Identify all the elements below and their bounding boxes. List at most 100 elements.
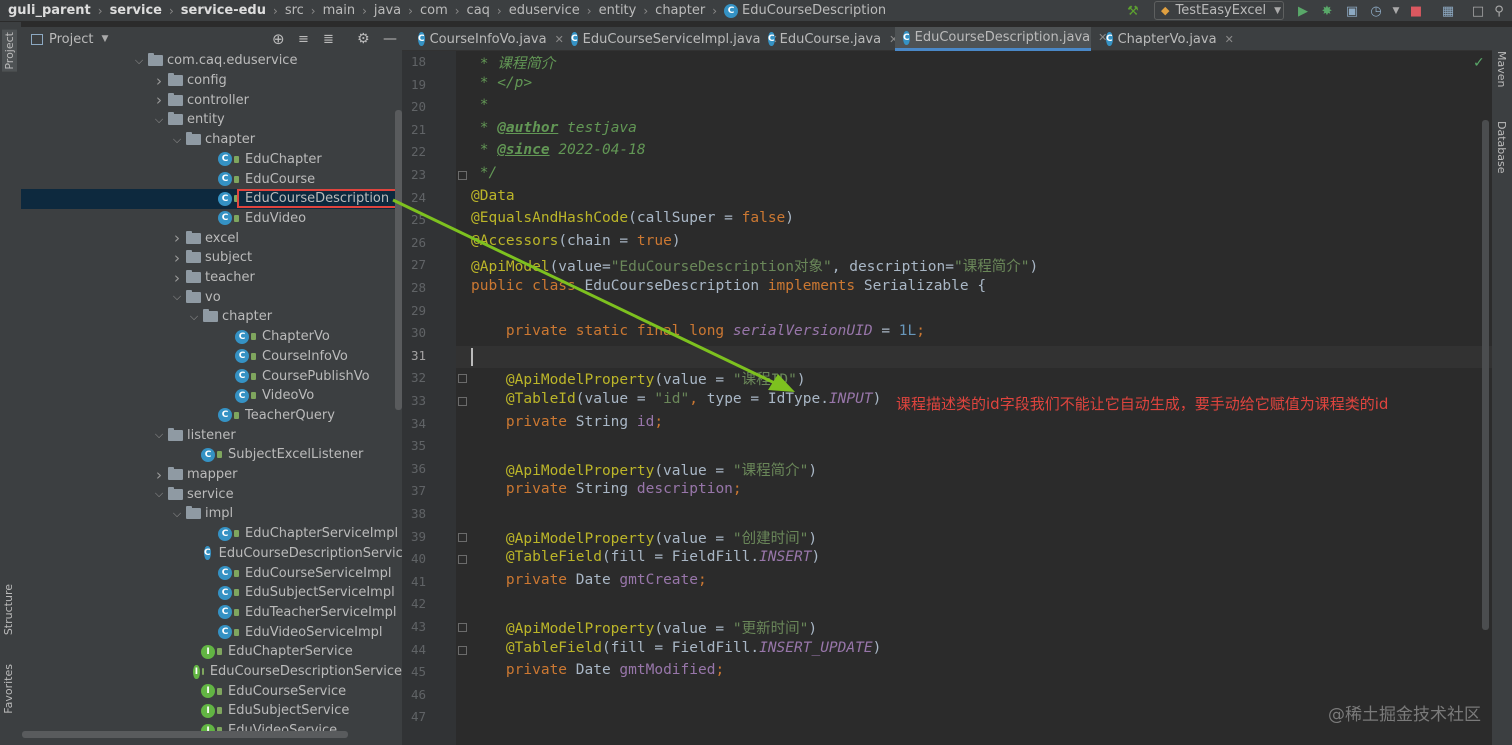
chevron-down-icon[interactable]: ⌵ [132,54,146,68]
breadcrumb-item[interactable]: guli_parent [8,3,91,18]
gear-icon[interactable]: ⚙ [357,31,370,47]
tree-item[interactable]: › mapper [21,465,402,485]
tree-item[interactable]: C EduCourseDescription [21,188,402,209]
more-run-options-icon[interactable]: ▼ [1388,3,1404,19]
hide-panel-icon[interactable]: — [383,31,397,47]
tree-item[interactable]: › subject [21,248,402,268]
breadcrumb-item[interactable]: src [285,3,304,18]
breadcrumb-item[interactable]: service [110,3,162,18]
tree-item[interactable]: C SubjectExcelListener [21,445,402,465]
tree-item[interactable]: C CoursePublishVo [21,366,402,386]
tree-item[interactable]: C TeacherQuery [21,406,402,426]
tree-item[interactable]: C EduVideo [21,209,402,229]
chevron-right-icon[interactable]: › [170,269,184,287]
tree-item[interactable]: C CourseInfoVo [21,347,402,367]
tree-item[interactable]: ⌵ impl [21,504,402,524]
tree-item[interactable]: ⌵ com.caq.eduservice [21,51,402,71]
close-icon[interactable]: ✕ [1225,33,1234,46]
fold-marker-icon[interactable] [458,397,467,406]
tree-item[interactable]: C EduVideoServiceImpl [21,622,402,642]
database-tool-tab[interactable]: Database [1495,121,1508,174]
fold-marker-icon[interactable] [458,374,467,384]
tree-scrollbar[interactable] [395,110,402,410]
coverage-icon[interactable]: ▣ [1344,3,1360,19]
build-icon[interactable]: ⚒ [1125,3,1141,19]
run-config-selector[interactable]: ◆ TestEasyExcel ▼ [1154,1,1284,20]
run-icon[interactable]: ▶ [1295,3,1311,19]
tree-item[interactable]: ⌵ listener [21,425,402,445]
breadcrumb-item[interactable]: entity [599,3,637,18]
chevron-right-icon[interactable]: › [170,249,184,267]
tree-item[interactable]: C EduCourse [21,169,402,189]
chevron-down-icon[interactable]: ▼ [101,34,108,44]
fold-marker-icon[interactable] [458,623,467,632]
tree-item[interactable]: › teacher [21,268,402,288]
editor-tab[interactable]: C EduCourseDescription.java ✕ [895,27,1107,51]
tree-item[interactable]: ⌵ chapter [21,130,402,150]
locate-icon[interactable]: ⊕ [272,30,285,48]
tree-item[interactable]: I EduChapterService [21,642,402,662]
structure-tool-tab[interactable]: Structure [2,584,15,635]
tree-item[interactable]: I EduSubjectService [21,701,402,721]
chevron-down-icon[interactable]: ⌵ [152,428,166,442]
tree-item[interactable]: ⌵ vo [21,287,402,307]
tree-item[interactable]: › controller [21,90,402,110]
breadcrumb-item[interactable]: chapter [655,3,705,18]
chevron-right-icon[interactable]: › [152,72,166,90]
expand-all-icon[interactable]: ≡ [298,32,309,47]
project-structure-icon[interactable]: ▦ [1440,3,1456,19]
chevron-right-icon[interactable]: › [152,466,166,484]
tree-item[interactable]: ⌵ entity [21,110,402,130]
chevron-down-icon[interactable]: ⌵ [170,290,184,304]
tree-item[interactable]: ⌵ service [21,484,402,504]
stop-icon[interactable]: ■ [1408,3,1424,19]
editor-tab[interactable]: C EduCourse.java ✕ [760,27,898,51]
tree-item[interactable]: C EduChapterServiceImpl [21,524,402,544]
fold-marker-icon[interactable] [458,171,467,180]
tree-item[interactable]: ⌵ chapter [21,307,402,327]
favorites-tool-tab[interactable]: Favorites [2,664,15,714]
collapse-all-icon[interactable]: ≣ [323,32,334,47]
chevron-down-icon[interactable]: ⌵ [170,133,184,147]
fold-marker-icon[interactable] [458,532,467,542]
chevron-right-icon[interactable]: › [170,229,184,247]
tree-item[interactable]: › config [21,71,402,91]
search-icon[interactable]: ⚲ [1491,3,1507,19]
fold-marker-icon[interactable] [458,645,467,655]
tree-item[interactable]: C ChapterVo [21,327,402,347]
tree-item[interactable]: C EduCourseServiceImpl [21,563,402,583]
tree-item[interactable]: C EduTeacherServiceImpl [21,603,402,623]
debug-icon[interactable]: ✸ [1319,3,1335,19]
project-tool-tab[interactable]: Project [2,30,17,72]
chevron-down-icon[interactable]: ⌵ [152,487,166,501]
window-icon[interactable]: □ [1470,3,1486,19]
breadcrumb-item[interactable]: caq [467,3,490,18]
project-panel-title[interactable]: Project [49,32,93,47]
tree-item[interactable]: I EduCourseDescriptionService [21,662,402,682]
breadcrumb-item[interactable]: eduservice [509,3,580,18]
breadcrumb-item[interactable]: EduCourseDescription [742,3,886,18]
breadcrumb-item[interactable]: com [420,3,448,18]
editor-tab[interactable]: CEduCourseServiceImpl.java✕ [563,27,778,51]
chevron-down-icon[interactable]: ⌵ [170,507,184,521]
tree-item[interactable]: C EduSubjectServiceImpl [21,583,402,603]
editor-tab[interactable]: C CourseInfoVo.java ✕ [410,27,564,51]
editor-scrollbar[interactable] [1482,120,1489,630]
chevron-down-icon[interactable]: ⌵ [187,310,201,324]
editor-tab[interactable]: C ChapterVo.java ✕ [1098,27,1234,51]
breadcrumb-item[interactable]: java [374,3,401,18]
breadcrumb-item[interactable]: service-edu [181,3,266,18]
profile-icon[interactable]: ◷ [1368,3,1384,19]
chevron-down-icon[interactable]: ⌵ [152,113,166,127]
tree-item[interactable]: I EduCourseService [21,681,402,701]
tree-item[interactable]: C VideoVo [21,386,402,406]
tree-item[interactable]: › excel [21,228,402,248]
tree-item[interactable]: C EduCourseDescriptionServic [21,544,402,564]
tree-horizontal-scrollbar[interactable] [22,731,348,738]
fold-marker-icon[interactable] [458,555,467,565]
chevron-right-icon[interactable]: › [152,91,166,109]
maven-tool-tab[interactable]: Maven [1495,51,1508,87]
tree-item[interactable]: C EduChapter [21,150,402,170]
code-editor[interactable]: 18 19 20 21 22 23 24 25 26 27 28 29 30 31 32 33 34 35 36 37… [402,51,1492,745]
breadcrumb-item[interactable]: main [323,3,355,18]
